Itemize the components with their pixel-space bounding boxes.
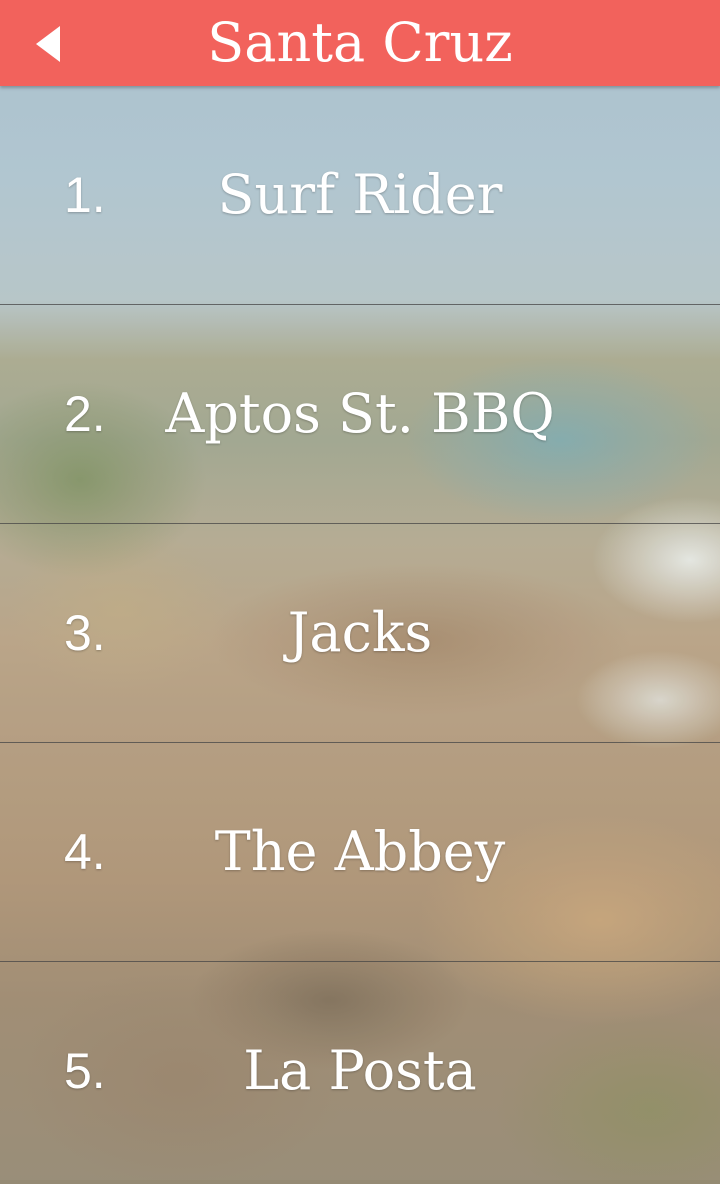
list-item-name: Jacks: [287, 601, 433, 664]
list-item-name: Aptos St. BBQ: [165, 382, 555, 445]
page-title: Santa Cruz: [207, 11, 513, 74]
list-item-name: Surf Rider: [217, 163, 503, 226]
list-item[interactable]: 1. Surf Rider: [0, 86, 720, 305]
back-button[interactable]: [18, 14, 78, 74]
list-item[interactable]: 5. La Posta: [0, 962, 720, 1180]
app-screen: Santa Cruz 1. Surf Rider 2. Aptos St. BB…: [0, 0, 720, 1184]
list-item[interactable]: 4. The Abbey: [0, 743, 720, 962]
list-item-name: La Posta: [243, 1039, 477, 1102]
list-item[interactable]: 3. Jacks: [0, 524, 720, 743]
restaurant-list: 1. Surf Rider 2. Aptos St. BBQ 3. Jacks …: [0, 86, 720, 1184]
back-arrow-icon: [36, 26, 60, 62]
list-item-name: The Abbey: [214, 820, 506, 883]
app-header: Santa Cruz: [0, 0, 720, 86]
list-item[interactable]: 2. Aptos St. BBQ: [0, 305, 720, 524]
